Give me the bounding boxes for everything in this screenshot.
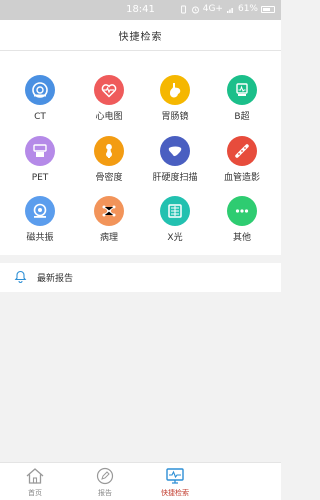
grid-item-label: B超 xyxy=(234,112,250,122)
xray-icon xyxy=(160,196,190,226)
grid-item-endoscopy[interactable]: 胃肠镜 xyxy=(140,75,210,123)
tab-label: 报告 xyxy=(98,489,112,497)
grid-item-other[interactable]: 其他 xyxy=(207,196,277,244)
pet-scanner-icon xyxy=(25,136,55,166)
stomach-icon xyxy=(160,75,190,105)
grid-item-label: CT xyxy=(34,112,46,122)
home-icon xyxy=(0,466,70,486)
latest-reports-bar[interactable]: 最新报告 xyxy=(0,263,281,292)
grid-item-label: 血管造影 xyxy=(223,173,260,183)
signal-icon xyxy=(226,5,235,14)
grid-item-pet[interactable]: PET xyxy=(5,136,75,184)
grid-item-label: 病理 xyxy=(99,233,118,243)
grid-item-ecg[interactable]: 心电图 xyxy=(74,75,144,123)
grid-item-bone-density[interactable]: 骨密度 xyxy=(74,136,144,184)
battery-icon xyxy=(261,5,275,13)
grid-item-liver-scan[interactable]: 肝硬度扫描 xyxy=(140,136,210,184)
vibrate-icon xyxy=(179,5,188,14)
grid-item-label: 心电图 xyxy=(95,112,123,122)
network-type: 4G+ xyxy=(202,4,223,14)
grid-item-ultrasound[interactable]: B超 xyxy=(207,75,277,123)
pathology-molecule-icon xyxy=(94,196,124,226)
grid-item-label: 磁共振 xyxy=(26,233,54,243)
bell-icon xyxy=(14,268,27,287)
page-title: 快捷检索 xyxy=(118,31,163,43)
status-bar: 18:41 4G+ 61% xyxy=(0,0,281,20)
ecg-heart-icon xyxy=(94,75,124,105)
grid-item-ct[interactable]: CT xyxy=(5,75,75,123)
tab-home[interactable]: 首页 xyxy=(0,466,70,498)
tab-reports[interactable]: 报告 xyxy=(70,466,140,498)
battery-percent: 61% xyxy=(237,4,258,14)
pencil-icon xyxy=(70,466,140,486)
grid-item-angiography[interactable]: 血管造影 xyxy=(207,136,277,184)
alarm-icon xyxy=(191,5,200,14)
vessel-icon xyxy=(227,136,257,166)
grid-item-label: 肝硬度扫描 xyxy=(152,173,198,183)
tab-label: 快捷检索 xyxy=(161,489,189,497)
latest-reports-label: 最新报告 xyxy=(37,274,74,284)
grid-item-label: PET xyxy=(31,173,49,183)
bone-density-icon xyxy=(94,136,124,166)
monitor-icon xyxy=(140,466,210,486)
tab-quick-search[interactable]: 快捷检索 xyxy=(140,466,210,498)
reports-list-area xyxy=(0,292,281,462)
mri-icon xyxy=(25,196,55,226)
liver-icon xyxy=(160,136,190,166)
bottom-tab-bar: 首页 报告 快捷检索 xyxy=(0,462,281,500)
grid-item-label: 其他 xyxy=(232,233,251,243)
grid-item-label: 胃肠镜 xyxy=(161,112,189,122)
grid-item-pathology[interactable]: 病理 xyxy=(74,196,144,244)
ct-scanner-icon xyxy=(25,75,55,105)
grid-item-label: X光 xyxy=(167,233,183,243)
more-dots-icon xyxy=(227,196,257,226)
grid-item-label: 骨密度 xyxy=(95,173,123,183)
page-header: 快捷检索 xyxy=(0,20,281,51)
grid-item-mri[interactable]: 磁共振 xyxy=(5,196,75,244)
grid-item-xray[interactable]: X光 xyxy=(140,196,210,244)
status-indicators: 4G+ 61% xyxy=(179,4,275,14)
quick-search-grid: CT 心电图 胃肠镜 B超 PET 骨密度 肝硬度扫描 血管造影 磁共振 病理 … xyxy=(0,51,281,255)
ultrasound-monitor-icon xyxy=(227,75,257,105)
tab-label: 首页 xyxy=(28,489,42,497)
